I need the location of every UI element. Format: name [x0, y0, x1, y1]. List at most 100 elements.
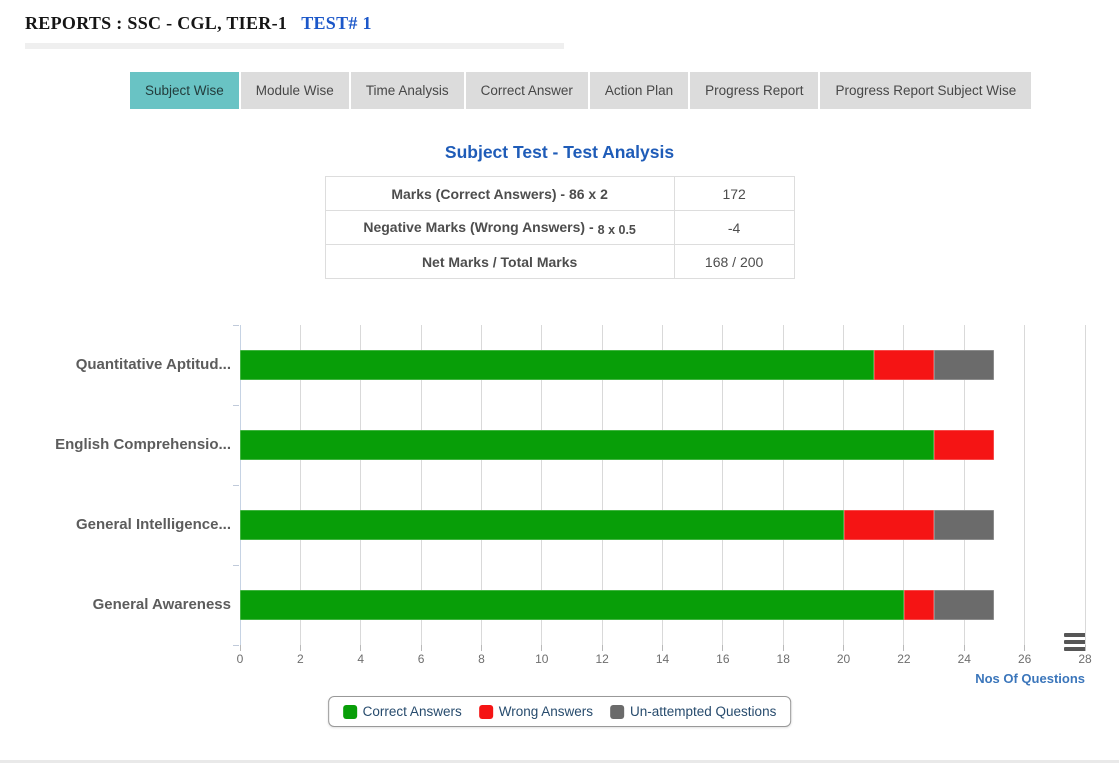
- x-tick-label: 0: [220, 652, 260, 666]
- x-tick-label: 24: [944, 652, 984, 666]
- tab-time-analysis[interactable]: Time Analysis: [351, 72, 464, 109]
- legend-item-un-attempted-questions[interactable]: Un-attempted Questions: [610, 704, 776, 719]
- x-tick-label: 14: [643, 652, 683, 666]
- tab-progress-report[interactable]: Progress Report: [690, 72, 818, 109]
- table-row: Marks (Correct Answers) - 86 x 2 172: [325, 177, 794, 211]
- category-axis-tick: [233, 325, 239, 326]
- bar-segment-correct-answers[interactable]: [240, 510, 844, 540]
- category-axis-tick: [233, 645, 239, 646]
- legend-label: Un-attempted Questions: [630, 704, 776, 719]
- x-tick-label: 4: [341, 652, 381, 666]
- tab-bar: Subject WiseModule WiseTime AnalysisCorr…: [130, 72, 1119, 109]
- row-value: -4: [674, 211, 794, 245]
- x-axis-tick: [1085, 645, 1086, 651]
- x-tick-label: 10: [522, 652, 562, 666]
- tab-correct-answer[interactable]: Correct Answer: [466, 72, 588, 109]
- table-row: Negative Marks (Wrong Answers) - 8 x 0.5 -…: [325, 211, 794, 245]
- bar-segment-correct-answers[interactable]: [240, 430, 934, 460]
- bar-segment-correct-answers[interactable]: [240, 590, 904, 620]
- row-label-text: Negative Marks (Wrong Answers) -: [363, 219, 593, 235]
- x-tick-label: 16: [703, 652, 743, 666]
- header-divider: [25, 43, 564, 49]
- x-axis-tick: [541, 645, 542, 651]
- row-label: Negative Marks (Wrong Answers) - 8 x 0.5: [325, 211, 674, 245]
- x-tick-label: 20: [824, 652, 864, 666]
- x-axis-tick: [843, 645, 844, 651]
- bar-segment-un-attempted-questions[interactable]: [934, 590, 994, 620]
- gridline: [1085, 325, 1086, 645]
- row-value: 168 / 200: [674, 245, 794, 279]
- bar-segment-un-attempted-questions[interactable]: [934, 510, 994, 540]
- category-label-general-awareness: General Awareness: [0, 595, 231, 615]
- page-title: REPORTS : SSC - CGL, TIER-1: [25, 13, 287, 33]
- x-axis-tick: [1024, 645, 1025, 651]
- category-axis-tick: [233, 485, 239, 486]
- x-tick-label: 8: [461, 652, 501, 666]
- row-value: 172: [674, 177, 794, 211]
- hamburger-bar: [1064, 640, 1086, 644]
- x-tick-label: 26: [1005, 652, 1045, 666]
- bar-row-quantitative-aptitud: [240, 350, 994, 380]
- category-label-general-intelligence: General Intelligence...: [0, 515, 231, 535]
- legend-swatch-icon: [610, 705, 624, 719]
- legend-label: Correct Answers: [363, 704, 462, 719]
- x-axis-tick: [602, 645, 603, 651]
- row-label-subtext: 8 x 0.5: [598, 223, 636, 237]
- category-axis-tick: [233, 565, 239, 566]
- x-axis-tick: [240, 645, 241, 651]
- x-axis-tick: [481, 645, 482, 651]
- x-axis-tick: [783, 645, 784, 651]
- table-row: Net Marks / Total Marks 168 / 200: [325, 245, 794, 279]
- tab-subject-wise[interactable]: Subject Wise: [130, 72, 239, 109]
- x-tick-label: 6: [401, 652, 441, 666]
- x-axis-tick: [360, 645, 361, 651]
- legend-swatch-icon: [343, 705, 357, 719]
- bar-segment-wrong-answers[interactable]: [844, 510, 935, 540]
- subject-test-bar-chart: Nos Of Questions Correct Answers Wrong An…: [0, 300, 1119, 740]
- x-tick-label: 18: [763, 652, 803, 666]
- report-page: REPORTS : SSC - CGL, TIER-1 TEST# 1 Subje…: [0, 0, 1119, 767]
- x-axis-tick: [722, 645, 723, 651]
- bar-row-general-intelligence: [240, 510, 994, 540]
- tab-module-wise[interactable]: Module Wise: [241, 72, 349, 109]
- x-axis-title: Nos Of Questions: [865, 671, 1085, 686]
- category-label-quantitative-aptitud: Quantitative Aptitud...: [0, 355, 231, 375]
- x-axis-tick: [300, 645, 301, 651]
- row-label: Net Marks / Total Marks: [325, 245, 674, 279]
- hamburger-bar: [1064, 647, 1086, 651]
- x-axis-tick: [964, 645, 965, 651]
- test-number-link[interactable]: TEST# 1: [301, 13, 372, 33]
- hamburger-bar: [1064, 633, 1086, 637]
- legend-item-wrong-answers[interactable]: Wrong Answers: [479, 704, 593, 719]
- x-axis-tick: [903, 645, 904, 651]
- category-axis-tick: [233, 405, 239, 406]
- x-tick-label: 12: [582, 652, 622, 666]
- bar-segment-wrong-answers[interactable]: [934, 430, 994, 460]
- bar-segment-wrong-answers[interactable]: [874, 350, 934, 380]
- bar-row-general-awareness: [240, 590, 994, 620]
- x-tick-label: 28: [1065, 652, 1105, 666]
- row-label-text: Net Marks / Total Marks: [422, 254, 577, 270]
- category-label-english-comprehensio: English Comprehensio...: [0, 435, 231, 455]
- x-tick-label: 22: [884, 652, 924, 666]
- legend-item-correct-answers[interactable]: Correct Answers: [343, 704, 462, 719]
- gridline: [1024, 325, 1025, 645]
- row-label-text: Marks (Correct Answers) - 86 x 2: [391, 186, 608, 202]
- analysis-title: Subject Test - Test Analysis: [0, 142, 1119, 163]
- x-axis-tick: [421, 645, 422, 651]
- tab-action-plan[interactable]: Action Plan: [590, 72, 688, 109]
- bottom-divider: [0, 760, 1119, 763]
- bar-segment-un-attempted-questions[interactable]: [934, 350, 994, 380]
- x-axis-tick: [662, 645, 663, 651]
- chart-legend: Correct Answers Wrong Answers Un-attempted…: [328, 696, 792, 727]
- bar-row-english-comprehensio: [240, 430, 994, 460]
- legend-swatch-icon: [479, 705, 493, 719]
- page-header: REPORTS : SSC - CGL, TIER-1 TEST# 1: [0, 0, 1119, 34]
- row-label: Marks (Correct Answers) - 86 x 2: [325, 177, 674, 211]
- legend-label: Wrong Answers: [499, 704, 593, 719]
- bar-segment-wrong-answers[interactable]: [904, 590, 934, 620]
- x-tick-label: 2: [280, 652, 320, 666]
- tab-progress-report-subject-wise[interactable]: Progress Report Subject Wise: [820, 72, 1031, 109]
- bar-segment-correct-answers[interactable]: [240, 350, 874, 380]
- marks-summary-table: Marks (Correct Answers) - 86 x 2172Negat…: [325, 176, 795, 279]
